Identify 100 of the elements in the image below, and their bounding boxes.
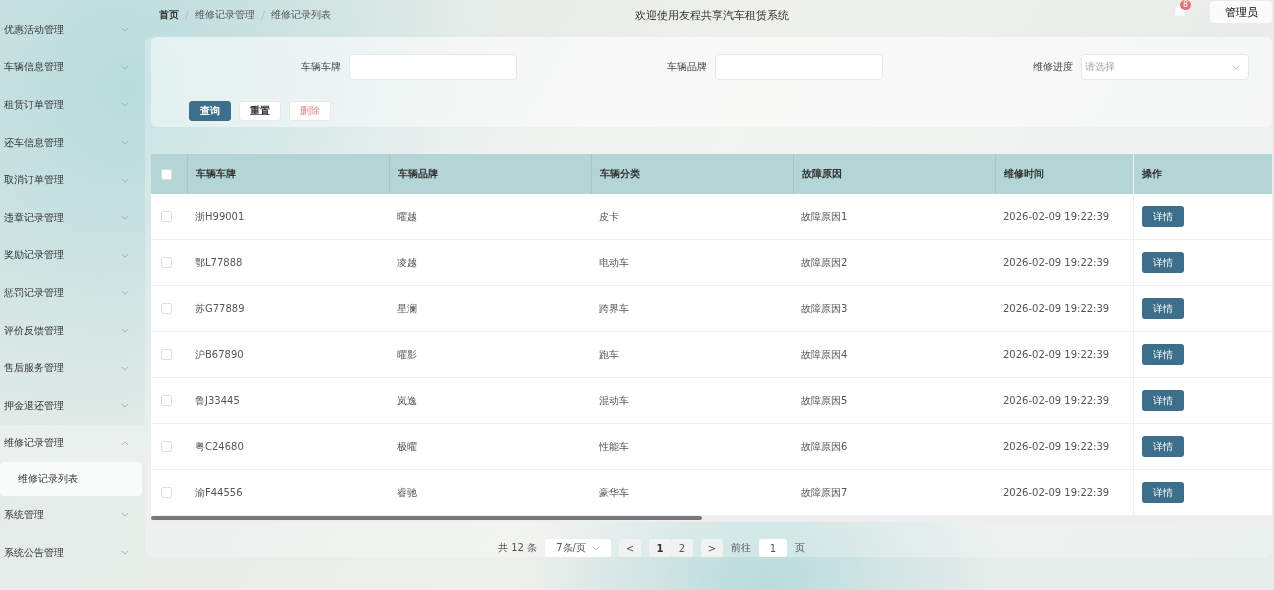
column-header: 车辆分类 bbox=[600, 167, 640, 181]
details-button[interactable]: 详情 bbox=[1142, 390, 1184, 411]
table-cell: 2026-02-09 19:22:39 bbox=[1003, 257, 1110, 268]
chevron-icon bbox=[121, 177, 129, 183]
menu-item[interactable]: 惩罚记录管理 bbox=[0, 274, 145, 312]
menu-item[interactable]: 系统公告管理 bbox=[0, 533, 145, 572]
chevron-icon bbox=[121, 440, 129, 446]
table-cell: 沪B67890 bbox=[195, 347, 244, 362]
table-cell: 故障原因5 bbox=[801, 393, 848, 408]
table-cell: 渝F44556 bbox=[195, 485, 243, 500]
table-cell: 2026-02-09 19:22:39 bbox=[1003, 211, 1110, 222]
submenu-item[interactable]: 维修记录列表 bbox=[0, 462, 142, 497]
checkbox[interactable] bbox=[161, 257, 172, 268]
table-cell: 苏G77889 bbox=[195, 301, 245, 316]
details-button[interactable]: 详情 bbox=[1142, 344, 1184, 365]
breadcrumb-separator bbox=[261, 10, 265, 20]
table-cell: 粤C24680 bbox=[195, 439, 244, 454]
goto-label: 前往 bbox=[731, 541, 752, 555]
page-suffix: 页 bbox=[795, 541, 806, 555]
table-cell: 睿驰 bbox=[397, 485, 417, 500]
checkbox[interactable] bbox=[161, 487, 172, 498]
breadcrumb-link[interactable]: 维修记录列表 bbox=[271, 8, 331, 22]
scrollbar-thumb[interactable] bbox=[151, 516, 702, 520]
table-cell: 电动车 bbox=[599, 255, 629, 270]
page-button[interactable]: 2 bbox=[671, 539, 694, 557]
details-button[interactable]: 详情 bbox=[1142, 482, 1184, 503]
chevron-icon bbox=[121, 290, 129, 296]
table-cell: 鲁J33445 bbox=[195, 393, 240, 408]
table-cell: 性能车 bbox=[599, 439, 629, 454]
total-count: 共 12 条 bbox=[497, 541, 538, 555]
table-cell: 跑车 bbox=[599, 347, 619, 362]
table-cell: 2026-02-09 19:22:39 bbox=[1003, 487, 1110, 498]
table-cell: 豪华车 bbox=[599, 485, 629, 500]
column-header: 维修时间 bbox=[1004, 167, 1044, 181]
table-cell: 极曜 bbox=[397, 439, 417, 454]
menu-item[interactable]: 取消订单管理 bbox=[0, 161, 145, 199]
field-label: 车辆品牌 bbox=[667, 60, 707, 74]
menu-item[interactable]: 系统管理 bbox=[0, 496, 145, 534]
table-cell: 故障原因7 bbox=[801, 485, 848, 500]
column-header: 车辆车牌 bbox=[196, 167, 236, 181]
chevron-icon bbox=[121, 512, 129, 518]
table-cell: 2026-02-09 19:22:39 bbox=[1003, 303, 1110, 314]
menu-item[interactable]: 售后服务管理 bbox=[0, 349, 145, 387]
chevron-icon bbox=[121, 64, 129, 70]
prev-page-button[interactable]: < bbox=[619, 539, 642, 557]
chevron-icon bbox=[591, 545, 600, 551]
checkbox[interactable] bbox=[161, 349, 172, 360]
table-cell: 浙H99001 bbox=[195, 209, 245, 224]
chevron-icon bbox=[121, 365, 129, 371]
chevron-icon bbox=[121, 102, 129, 108]
breadcrumb-link[interactable]: 维修记录管理 bbox=[195, 8, 255, 22]
chevron-icon bbox=[121, 140, 129, 146]
chevron-icon bbox=[121, 550, 129, 555]
checkbox[interactable] bbox=[161, 395, 172, 406]
input-field[interactable] bbox=[715, 54, 883, 80]
table-cell: 跨界车 bbox=[599, 301, 629, 316]
details-button[interactable]: 详情 bbox=[1142, 436, 1184, 457]
table-cell: 故障原因3 bbox=[801, 301, 848, 316]
page-input[interactable]: 1 bbox=[759, 539, 788, 557]
checkbox[interactable] bbox=[161, 441, 172, 452]
column-header: 操作 bbox=[1142, 167, 1162, 181]
table-cell: 星澜 bbox=[397, 301, 417, 316]
table-cell: 2026-02-09 19:22:39 bbox=[1003, 349, 1110, 360]
details-button[interactable]: 详情 bbox=[1142, 298, 1184, 319]
menu-item[interactable]: 押金退还管理 bbox=[0, 386, 145, 425]
menu-item[interactable]: 评价反馈管理 bbox=[0, 311, 145, 350]
checkbox[interactable] bbox=[161, 211, 172, 222]
breadcrumb-link[interactable]: 首页 bbox=[159, 8, 179, 22]
input-field[interactable] bbox=[349, 54, 517, 80]
chevron-icon bbox=[1232, 64, 1240, 70]
search-button[interactable]: 查询 bbox=[189, 101, 231, 121]
menu-item[interactable]: 租赁订单管理 bbox=[0, 86, 145, 124]
checkbox[interactable] bbox=[161, 168, 172, 180]
field-label: 车辆车牌 bbox=[301, 60, 341, 74]
page-button[interactable]: 1 bbox=[649, 539, 672, 557]
menu-item[interactable]: 维修记录管理 bbox=[0, 424, 145, 463]
table-cell: 故障原因2 bbox=[801, 255, 848, 270]
column-header: 车辆品牌 bbox=[398, 167, 438, 181]
details-button[interactable]: 详情 bbox=[1142, 206, 1184, 227]
menu-item[interactable]: 奖励记录管理 bbox=[0, 236, 145, 275]
details-button[interactable]: 详情 bbox=[1142, 252, 1184, 273]
menu-item[interactable]: 车辆信息管理 bbox=[0, 48, 145, 87]
menu-item[interactable]: 优惠活动管理 bbox=[0, 11, 145, 49]
page-size-select[interactable]: 7条/页 bbox=[545, 539, 612, 557]
menu-item[interactable]: 违章记录管理 bbox=[0, 198, 145, 237]
checkbox[interactable] bbox=[161, 303, 172, 314]
app-title: 欢迎使用友程共享汽车租赁系统 bbox=[635, 8, 789, 23]
table-cell: 鄂L77888 bbox=[195, 255, 243, 270]
table-cell: 2026-02-09 19:22:39 bbox=[1003, 395, 1110, 406]
chevron-icon bbox=[121, 328, 129, 334]
chevron-icon bbox=[121, 403, 129, 409]
menu-item[interactable]: 还车信息管理 bbox=[0, 123, 145, 162]
table-cell: 2026-02-09 19:22:39 bbox=[1003, 441, 1110, 452]
next-page-button[interactable]: > bbox=[701, 539, 724, 557]
table-cell: 故障原因4 bbox=[801, 347, 848, 362]
reset-button[interactable]: 重置 bbox=[239, 101, 281, 121]
user-menu[interactable]: 管理员 bbox=[1210, 1, 1272, 23]
chevron-icon bbox=[121, 252, 129, 258]
field-label: 维修进度 bbox=[1033, 60, 1073, 74]
table-cell: 曜影 bbox=[397, 347, 417, 362]
